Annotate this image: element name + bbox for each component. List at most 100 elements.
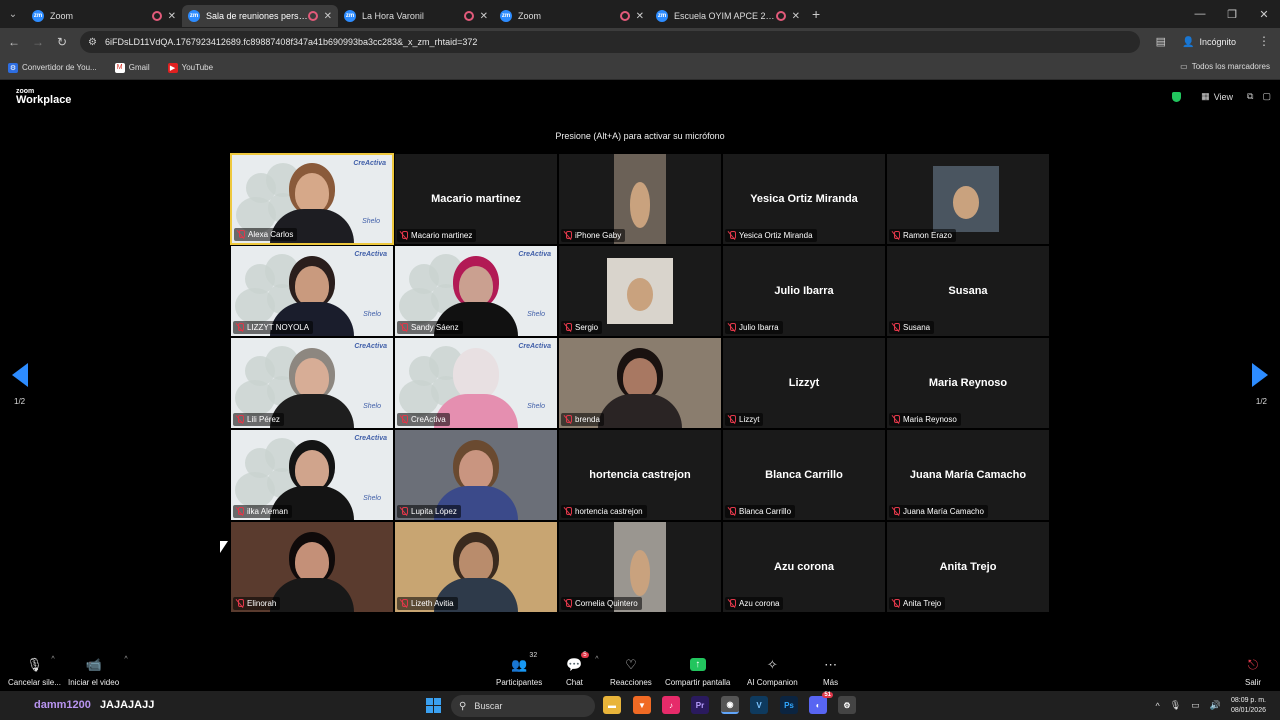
reactions-button[interactable]: ♡ Reacciones	[610, 656, 652, 688]
microphone-icon[interactable]: 🎙	[1170, 700, 1181, 711]
participant-tile[interactable]: Lizzyt Lizzyt	[722, 337, 886, 429]
participant-tile[interactable]: CreActiva Shelo Alexa Carlos	[230, 153, 394, 245]
participant-tile[interactable]: CreActiva Shelo LIZZYT NOYOLA	[230, 245, 394, 337]
chevron-up-icon[interactable]: ^	[124, 656, 127, 663]
zoom-meeting-area: zoom Workplace ▦ View ⧉ ▢ Presione (Alt+…	[0, 81, 1280, 691]
close-window-button[interactable]: ✕	[1248, 0, 1280, 28]
page-indicator-left: 1/2	[14, 397, 26, 406]
participant-tile[interactable]: Susana Susana	[886, 245, 1050, 337]
bookmark-youtube[interactable]: ▶ YouTube	[167, 62, 214, 73]
logo-line2: Workplace	[16, 94, 72, 106]
participant-name-label: brenda	[561, 413, 604, 426]
windows-start-icon[interactable]	[426, 698, 441, 713]
close-tab-icon[interactable]: ✕	[636, 11, 644, 22]
participant-tile[interactable]: Julio Ibarra Julio Ibarra	[722, 245, 886, 337]
leave-button[interactable]: ⎋ Salir	[1245, 656, 1261, 688]
sidebar-icon[interactable]: ▤	[1156, 35, 1166, 48]
browser-tab[interactable]: zm Zoom ✕	[494, 5, 650, 27]
minimize-button[interactable]: —	[1184, 0, 1216, 28]
bookmarks-bar: ⚙ Convertidor de You... M Gmail ▶ YouTub…	[0, 56, 1280, 80]
participant-tile[interactable]: Macario martinez Macario martinez	[394, 153, 558, 245]
bookmark-gmail[interactable]: M Gmail	[114, 62, 150, 73]
participant-tile[interactable]: Azu corona Azu corona	[722, 521, 886, 613]
incognito-indicator[interactable]: 👤 Incógnito	[1176, 32, 1242, 52]
participant-tile[interactable]: iPhone Gaby	[558, 153, 722, 245]
participant-tile[interactable]: hortencia castrejon hortencia castrejon	[558, 429, 722, 521]
new-tab-button[interactable]: +	[812, 6, 820, 22]
participant-tile[interactable]: Yesica Ortiz Miranda Yesica Ortiz Miranda	[722, 153, 886, 245]
tab-search-button[interactable]: ⌄	[0, 0, 26, 28]
tab-title: Escuela OYIM APCE 2026	[674, 11, 776, 21]
previous-page-arrow-icon[interactable]	[12, 363, 28, 387]
participant-tile[interactable]: Blanca Carrillo Blanca Carrillo	[722, 429, 886, 521]
participant-tile[interactable]: Cornelia Quintero	[558, 521, 722, 613]
incognito-label: Incógnito	[1199, 37, 1236, 47]
start-video-button[interactable]: 📹 ^ Iniciar el video	[68, 656, 128, 687]
next-page-arrow-icon[interactable]	[1252, 363, 1268, 387]
participant-tile[interactable]: Anita Trejo Anita Trejo	[886, 521, 1050, 613]
participant-name: Lizeth Avitia	[411, 599, 454, 608]
browser-tab[interactable]: zm Zoom ✕	[26, 5, 182, 27]
participants-button[interactable]: 👥 32 Participantes	[496, 652, 542, 687]
restore-button[interactable]: ❐	[1216, 0, 1248, 28]
participant-tile[interactable]: Ramon Erazo	[886, 153, 1050, 245]
brand-logo: CreActiva	[353, 160, 386, 167]
app-icon[interactable]: ♪	[662, 696, 680, 714]
all-bookmarks-button[interactable]: ▭ Todos los marcadores	[1180, 62, 1270, 71]
more-button[interactable]: ⋯ Más	[823, 656, 838, 688]
participant-tile[interactable]: CreActiva Shelo Lili Pérez	[230, 337, 394, 429]
bookmark-converter[interactable]: ⚙ Convertidor de You...	[8, 62, 97, 73]
zoom-favicon-icon: zm	[500, 10, 512, 22]
site-info-icon[interactable]: ⚙	[88, 37, 97, 48]
bookmark-label: YouTube	[181, 63, 214, 72]
app-icon-2[interactable]: ⚙	[838, 696, 856, 714]
participant-tile[interactable]: CreActiva Shelo Sandy Sáenz	[394, 245, 558, 337]
ai-companion-button[interactable]: ✧ AI Companion	[747, 656, 798, 688]
view-button[interactable]: ▦ View	[1201, 91, 1233, 102]
brave-icon[interactable]: ▼	[633, 696, 651, 714]
clock[interactable]: 08:09 p. m. 08/01/2026	[1231, 696, 1266, 716]
chat-button[interactable]: 💬 5 ^ Chat	[566, 652, 599, 687]
participant-tile[interactable]: brenda	[558, 337, 722, 429]
chevron-up-icon[interactable]: ^	[595, 656, 598, 663]
back-button[interactable]: ←	[2, 35, 26, 49]
grid-icon: ▦	[1201, 91, 1210, 101]
volume-icon[interactable]: 🔊	[1210, 700, 1221, 711]
file-explorer-icon[interactable]: ▬	[603, 696, 621, 714]
mic-muted-icon	[236, 323, 244, 332]
url-field[interactable]: ⚙ 6iFDsLD11VdQA.1767923412689.fc89887408…	[80, 31, 1140, 53]
participant-tile[interactable]: CreActiva Shelo ilka Aleman	[230, 429, 394, 521]
participant-tile[interactable]: Lizeth Avitia	[394, 521, 558, 613]
close-tab-icon[interactable]: ✕	[480, 11, 488, 22]
vegas-icon[interactable]: V	[750, 696, 768, 714]
participant-tile[interactable]: CreActiva Shelo CreActiva	[394, 337, 558, 429]
share-screen-button[interactable]: ↑ Compartir pantalla	[665, 656, 730, 687]
participant-tile[interactable]: Juana María Camacho Juana María Camacho	[886, 429, 1050, 521]
browser-tab[interactable]: zm Escuela OYIM APCE 2026 ✕	[650, 5, 806, 27]
chevron-up-icon[interactable]: ^	[1156, 701, 1160, 711]
pip-icon[interactable]: ⧉	[1247, 91, 1253, 102]
reload-button[interactable]: ↻	[50, 35, 74, 49]
browser-menu-icon[interactable]: ⋮	[1258, 34, 1270, 48]
photoshop-icon[interactable]: Ps	[780, 696, 798, 714]
fullscreen-icon[interactable]: ▢	[1262, 91, 1271, 102]
participant-tile[interactable]: Sergio	[558, 245, 722, 337]
unmute-button[interactable]: 🎙 ^ Cancelar sile...	[8, 656, 61, 687]
chevron-up-icon[interactable]: ^	[51, 656, 54, 663]
close-tab-icon[interactable]: ✕	[792, 11, 800, 22]
close-tab-icon[interactable]: ✕	[168, 11, 176, 22]
network-icon[interactable]: ▭	[1191, 700, 1200, 711]
browser-tab[interactable]: zm Sala de reuniones personal de ... ✕	[182, 5, 338, 27]
discord-icon[interactable]: ◐ 51	[809, 692, 833, 714]
participant-tile[interactable]: Lupita López	[394, 429, 558, 521]
encryption-shield-icon[interactable]	[1172, 91, 1182, 102]
close-tab-icon[interactable]: ✕	[324, 11, 332, 22]
participant-tile[interactable]: Elinorah	[230, 521, 394, 613]
participant-name: Maria Reynoso	[903, 415, 957, 424]
premiere-icon[interactable]: Pr	[691, 696, 709, 714]
browser-tab[interactable]: zm La Hora Varonil ✕	[338, 5, 494, 27]
forward-button[interactable]: →	[26, 35, 50, 49]
chrome-icon[interactable]: ◉	[721, 696, 739, 714]
taskbar-search[interactable]: ⚲ Buscar	[451, 695, 595, 717]
participant-tile[interactable]: Maria Reynoso Maria Reynoso	[886, 337, 1050, 429]
